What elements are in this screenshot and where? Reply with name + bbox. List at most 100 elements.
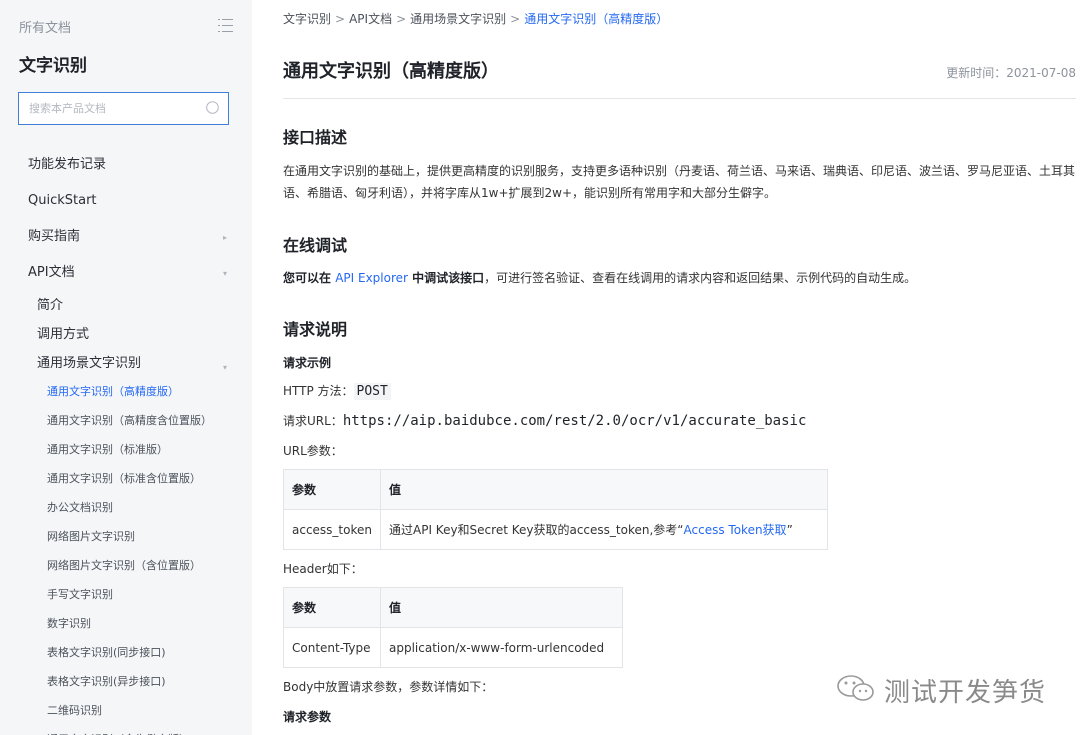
breadcrumb-separator: > [335, 12, 346, 26]
sidebar-item-label: 表格文字识别(同步接口) [47, 646, 166, 659]
title-divider [283, 98, 1076, 99]
watermark-text: 测试开发笋货 [884, 678, 1047, 708]
all-docs-link[interactable]: 所有文档 [19, 21, 71, 36]
url-params-label: URL参数： [283, 444, 343, 458]
sidebar-item-label: 通用文字识别（标准版） [47, 443, 168, 456]
chevron-down-icon[interactable]: ▾ [223, 363, 227, 373]
wechat-icon [837, 675, 874, 701]
section-request-spec: 请求说明 [283, 320, 348, 339]
table-row: Content-Type application/x-www-form-urle… [283, 627, 623, 668]
table-header-row: 参数 值 [283, 469, 828, 510]
section-interface-description: 接口描述 [283, 128, 348, 147]
header-value: application/x-www-form-urlencoded [380, 627, 623, 668]
interface-description-text: 在通用文字识别的基础上，提供更高精度的识别服务，支持更多语种识别（丹麦语、荷兰语… [283, 164, 1076, 200]
online-debug-text: 您可以在 API Explorer 中调试该接口，可进行签名验证、查看在线调用的… [283, 267, 1076, 289]
table-header-value: 值 [380, 469, 828, 510]
header-label: Header如下： [283, 562, 363, 576]
body-params-label: Body中放置请求参数，参数详情如下： [283, 680, 494, 694]
sidebar-item-label: 办公文档识别 [47, 501, 113, 514]
sidebar-item[interactable]: 通用文字识别（高精度含位置版） [0, 410, 252, 439]
sidebar: 所有文档 文字识别 功能发布记录 QuickStart 购买指南 ▸ API文档 ▾ 简介调… [0, 0, 252, 735]
sidebar-item-label: 通用文字识别（高精度含位置版） [47, 414, 212, 427]
breadcrumb-separator: > [510, 12, 521, 26]
sidebar-item[interactable]: 手写文字识别 [0, 584, 252, 613]
api-explorer-link[interactable]: API Explorer [335, 271, 408, 285]
sidebar-item[interactable]: 二维码识别 [0, 700, 252, 729]
sidebar-item-label: API文档 [28, 265, 75, 280]
http-method-label: HTTP 方法： [283, 384, 354, 398]
request-url-value: https://aip.baidubce.com/rest/2.0/ocr/v1… [342, 413, 807, 429]
watermark: 测试开发笋货 [834, 669, 1054, 709]
debug-mid: 中调试该接口 [407, 271, 485, 285]
sidebar-item[interactable]: 调用方式 [0, 323, 252, 352]
sidebar-item[interactable]: QuickStart [0, 186, 252, 222]
table-header-value: 值 [380, 587, 623, 628]
sidebar-item[interactable]: 通用场景文字识别 ▾ [0, 352, 252, 381]
request-example-label: 请求示例 [283, 356, 332, 370]
sidebar-item-label: 功能发布记录 [28, 157, 107, 172]
sidebar-item[interactable]: 通用文字识别（含生僻字版） [0, 729, 252, 735]
breadcrumb-link[interactable]: API文档 [349, 12, 392, 26]
sidebar-item[interactable]: 购买指南 ▸ [0, 222, 252, 258]
search-icon[interactable] [206, 101, 219, 114]
http-method-value: POST [353, 383, 391, 400]
product-title: 文字识别 [19, 56, 87, 76]
sidebar-header: 所有文档 [19, 17, 233, 37]
breadcrumb: 文字识别 > API文档 > 通用场景文字识别 > 通用文字识别（高精度版） [283, 10, 668, 27]
sidebar-item[interactable]: 数字识别 [0, 613, 252, 642]
table-row: access_token 通过API Key和Secret Key获取的acce… [283, 509, 828, 550]
sidebar-item-label: QuickStart [28, 193, 97, 208]
breadcrumb-current: 通用文字识别（高精度版） [524, 12, 669, 26]
sidebar-item[interactable]: 表格文字识别(异步接口) [0, 671, 252, 700]
section-online-debug: 在线调试 [283, 236, 348, 255]
param-name: access_token [283, 509, 381, 550]
chevron-down-icon[interactable]: ▾ [223, 269, 227, 279]
menu-icon[interactable] [218, 19, 233, 32]
sidebar-item-label: 手写文字识别 [47, 588, 113, 601]
debug-prefix: 您可以在 [283, 271, 336, 285]
breadcrumb-link[interactable]: 通用场景文字识别 [410, 12, 506, 26]
request-url-label: 请求URL： [283, 414, 343, 428]
sidebar-item[interactable]: 网络图片文字识别（含位置版） [0, 555, 252, 584]
request-params-heading: 请求参数 [283, 710, 332, 724]
sidebar-item[interactable]: 表格文字识别(同步接口) [0, 642, 252, 671]
page-title: 通用文字识别（高精度版） [283, 61, 499, 82]
sidebar-item-label: 二维码识别 [47, 704, 102, 717]
sidebar-item-label: 网络图片文字识别 [47, 530, 135, 543]
table-header-row: 参数 值 [283, 587, 623, 628]
doc-search [18, 92, 229, 125]
search-input[interactable] [19, 93, 199, 124]
sidebar-item-label: 通用文字识别（标准含位置版） [47, 472, 201, 485]
sidebar-item-label: 数字识别 [47, 617, 91, 630]
debug-suffix: ，可进行签名验证、查看在线调用的请求内容和返回结果、示例代码的自动生成。 [484, 271, 917, 285]
sidebar-item-label: 网络图片文字识别（含位置版） [47, 559, 201, 572]
http-method-line: HTTP 方法： POST [283, 382, 391, 400]
sidebar-item[interactable]: API文档 ▾ [0, 258, 252, 294]
access-token-link[interactable]: Access Token获取 [684, 523, 787, 537]
sidebar-item-label: 简介 [37, 298, 64, 313]
breadcrumb-link[interactable]: 文字识别 [283, 12, 331, 26]
sidebar-item[interactable]: 办公文档识别 [0, 497, 252, 526]
header-name: Content-Type [283, 627, 381, 668]
table-header-param: 参数 [283, 587, 381, 628]
header-table: 参数 值 Content-Type application/x-www-form… [283, 587, 623, 668]
sidebar-item-label: 购买指南 [28, 229, 81, 244]
sidebar-nav: 功能发布记录 QuickStart 购买指南 ▸ API文档 ▾ 简介调用方式通用场景文字识… [0, 150, 252, 735]
sidebar-item-label: 通用场景文字识别 [37, 356, 142, 371]
sidebar-item[interactable]: 功能发布记录 [0, 150, 252, 186]
request-url-line: 请求URL：https://aip.baidubce.com/rest/2.0/… [283, 412, 806, 429]
update-time: 更新时间：2021-07-08 [946, 66, 1076, 80]
sidebar-item-label: 表格文字识别(异步接口) [47, 675, 166, 688]
sidebar-item[interactable]: 网络图片文字识别 [0, 526, 252, 555]
sidebar-item[interactable]: 通用文字识别（高精度版） [0, 381, 252, 410]
sidebar-item[interactable]: 通用文字识别（标准版） [0, 439, 252, 468]
sidebar-item[interactable]: 通用文字识别（标准含位置版） [0, 468, 252, 497]
chevron-right-icon[interactable]: ▸ [223, 233, 227, 243]
sidebar-item-label: 通用文字识别（高精度版） [47, 385, 179, 398]
url-params-table: 参数 值 access_token 通过API Key和Secret Key获取… [283, 469, 828, 550]
param-value-prefix: 通过API Key和Secret Key获取的access_token,参考“ [389, 523, 684, 537]
param-value: 通过API Key和Secret Key获取的access_token,参考“A… [380, 509, 828, 550]
sidebar-item[interactable]: 简介 [0, 294, 252, 323]
breadcrumb-separator: > [396, 12, 407, 26]
sidebar-item-label: 调用方式 [37, 327, 90, 342]
